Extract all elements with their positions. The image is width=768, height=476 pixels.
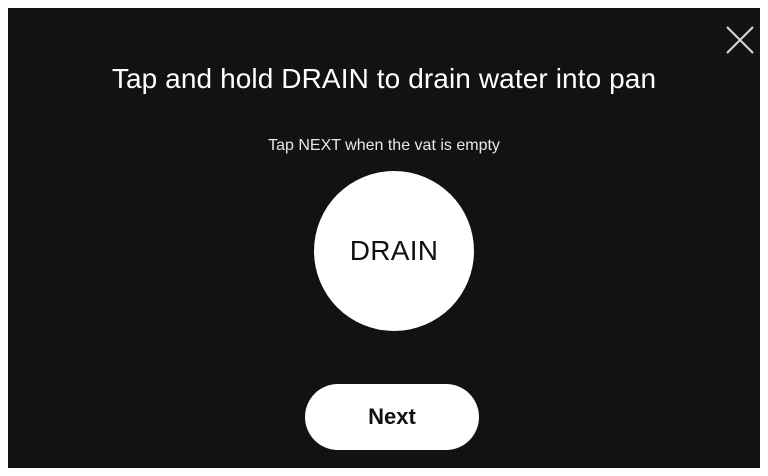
close-button[interactable] xyxy=(722,22,758,58)
dialog-subtitle: Tap NEXT when the vat is empty xyxy=(268,137,500,154)
close-icon xyxy=(726,26,754,54)
dialog-title: Tap and hold DRAIN to drain water into p… xyxy=(111,63,657,94)
drain-button[interactable]: DRAIN xyxy=(314,171,474,331)
drain-dialog: Tap and hold DRAIN to drain water into p… xyxy=(8,8,760,468)
next-button-label: Next xyxy=(368,404,416,429)
drain-button-label: DRAIN xyxy=(349,235,439,266)
next-button[interactable]: Next xyxy=(305,384,479,450)
